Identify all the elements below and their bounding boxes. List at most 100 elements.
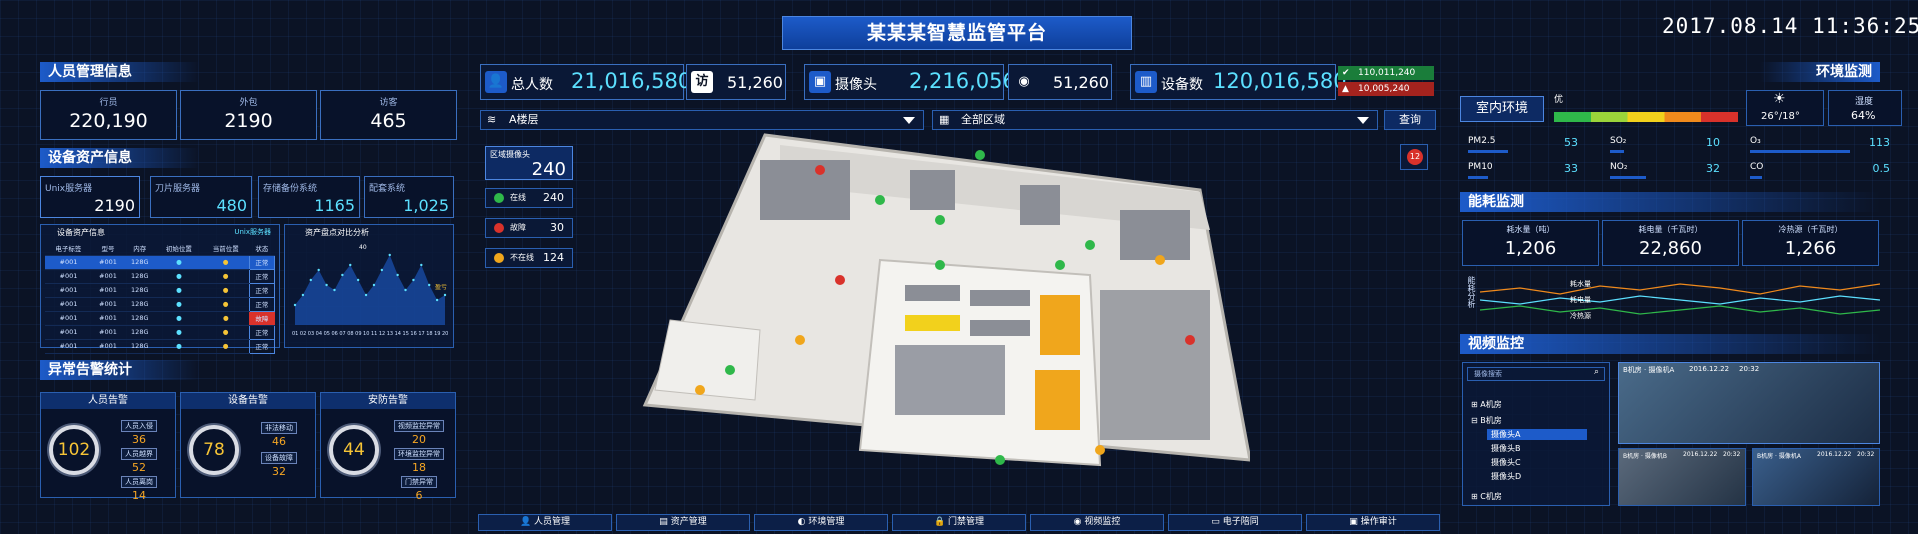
camera-marker <box>1185 335 1195 345</box>
camera-marker <box>935 260 945 270</box>
x-tick-label: 14 <box>395 331 401 337</box>
camera-status-fault[interactable]: 故障 30 <box>485 218 573 238</box>
table-row[interactable]: #001 #001 128G ● ● 正常 <box>45 282 276 298</box>
camera-status-offline[interactable]: 不在线 124 <box>485 248 573 268</box>
camera-tree-panel: 摄像搜索 ⌕ ⊞ A机房 ⊟ B机房 摄像头A 摄像头B 摄像头C 摄像头D ⊞… <box>1462 362 1610 506</box>
alarm-group-personnel[interactable]: 人员告警 102 人员入侵 36 人员越界 52 人员离岗 14 <box>40 392 176 502</box>
region-camera-card[interactable]: 区域摄像头 240 <box>485 146 573 180</box>
region-select[interactable]: ▦ 全部区域 <box>932 110 1378 130</box>
camera-marker <box>995 455 1005 465</box>
search-icon[interactable]: ⌕ <box>1594 367 1599 377</box>
alarm-item: 门禁异常 6 <box>387 469 451 502</box>
stat-card-outsourced[interactable]: 外包 2190 <box>180 90 317 140</box>
nav-assets[interactable]: ▤ 资产管理 <box>616 514 750 531</box>
location-pin-icon: ● <box>176 342 182 350</box>
stat-card-staff[interactable]: 行员 220,190 <box>40 90 177 140</box>
nav-access[interactable]: 🔒 门禁管理 <box>892 514 1026 531</box>
alarm-group-security[interactable]: 安防告警 44 视频监控异常 20 环境监控异常 18 门禁异常 6 <box>320 392 456 502</box>
camera-marker <box>875 195 885 205</box>
chevron-down-icon <box>903 117 915 124</box>
table-row[interactable]: #001 #001 128G ● ● 故障 <box>45 311 275 326</box>
video-feed-main[interactable]: B机房 · 摄像机A 2016.12.22 20:32 <box>1618 362 1880 444</box>
rack-block <box>1120 210 1190 260</box>
page-title: 某某某智慧监管平台 <box>782 16 1132 50</box>
nav-video[interactable]: ◉ 视频监控 <box>1030 514 1164 531</box>
device-icon: ▥ <box>1135 71 1157 93</box>
building-select[interactable]: ≋ A楼层 <box>480 110 924 130</box>
kpi-total-people[interactable]: 👤 总人数 21,016,580 <box>480 64 691 100</box>
data-point <box>404 288 407 292</box>
area-series <box>295 255 445 325</box>
table-row[interactable]: #001 #001 128G ● ● 正常 <box>45 254 276 270</box>
table-row[interactable]: #001 #001 128G ● ● 正常 <box>45 296 276 312</box>
location-pin-icon: ● <box>222 342 229 350</box>
x-tick-label: 09 <box>355 331 361 337</box>
rack-block <box>1100 290 1210 440</box>
camera-search-input[interactable]: 摄像搜索 <box>1467 367 1605 381</box>
tree-camera-b[interactable]: 摄像头B <box>1491 443 1521 454</box>
asset-table-tag[interactable]: Unix服务器 <box>234 227 271 237</box>
energy-card-water[interactable]: 耗水量（吨） 1,206 <box>1462 220 1599 266</box>
tree-node-b[interactable]: ⊟ B机房 <box>1471 415 1502 426</box>
x-tick-label: 12 <box>379 331 385 337</box>
x-tick-label: 20 <box>442 331 448 337</box>
energy-card-power[interactable]: 耗电量（千瓦时） 22,860 <box>1602 220 1739 266</box>
table-row[interactable]: #001 #001 128G ● ● 正常 <box>45 324 276 340</box>
tree-camera-c[interactable]: 摄像头C <box>1491 457 1521 468</box>
x-tick-label: 06 <box>331 331 337 337</box>
stat-card-unix[interactable]: Unix服务器 2190 <box>40 176 140 218</box>
data-point <box>420 263 423 267</box>
stat-card-storage[interactable]: 存储备份系统 1165 <box>258 176 360 218</box>
table-row[interactable]: #001 #001 128G ● ● 正常 <box>45 338 276 354</box>
stat-card-blade[interactable]: 刀片服务器 480 <box>150 176 252 218</box>
monitor-icon: ▭ <box>1211 517 1220 527</box>
asset-chart-title: 资产盘点对比分析 <box>305 228 369 237</box>
rack-block <box>895 345 1005 415</box>
tree-camera-d[interactable]: 摄像头D <box>1491 471 1521 482</box>
energy-line-chart: 耗水量 耗电量 冷热源 <box>1480 279 1880 320</box>
asset-table: 电子标签 型号 内存 初始位置 当前位置 状态 #001 #001 128G ● ● 正常 #001 #… <box>45 241 276 354</box>
nav-audit[interactable]: ▣ 操作审计 <box>1306 514 1440 531</box>
metric-pm10: PM10 33 <box>1468 162 1578 179</box>
camera-marker <box>815 165 825 175</box>
rack-block <box>760 160 850 220</box>
alarm-group-device[interactable]: 设备告警 78 非法移动 46 设备故障 32 <box>180 392 316 498</box>
tree-node-c[interactable]: ⊞ C机房 <box>1471 491 1502 502</box>
stat-card-visitor[interactable]: 访客 465 <box>320 90 457 140</box>
kpi-devices[interactable]: ▥ 设备数 120,016,580 <box>1130 64 1347 100</box>
video-feed-2[interactable]: B机房 · 摄像机B 2016.12.22 20:32 <box>1618 448 1746 506</box>
sun-cloud-icon: ☀ <box>1773 91 1786 107</box>
query-button[interactable]: 查询 <box>1384 110 1436 130</box>
status-badge: 正常 <box>248 254 276 270</box>
chart-annotation: 盈亏 <box>435 284 447 291</box>
floor-plan-3d[interactable] <box>640 130 1250 490</box>
tree-camera-a[interactable]: 摄像头A <box>1487 429 1587 440</box>
nav-escort[interactable]: ▭ 电子陪同 <box>1168 514 1302 531</box>
kpi-visitors[interactable]: 访 51,260 <box>686 64 786 100</box>
people-icon: 👤 <box>485 71 507 93</box>
energy-card-hvac[interactable]: 冷热源（千瓦时） 1,266 <box>1742 220 1879 266</box>
nav-personnel[interactable]: 👤 人员管理 <box>478 514 612 531</box>
tree-node-a[interactable]: ⊞ A机房 <box>1471 399 1502 410</box>
air-quality-scale <box>1554 112 1738 122</box>
camera-marker <box>835 275 845 285</box>
indoor-env-button[interactable]: 室内环境 <box>1460 96 1544 122</box>
camera-status-online[interactable]: 在线 240 <box>485 188 573 208</box>
data-point <box>428 283 431 287</box>
nav-environment[interactable]: ◐ 环境管理 <box>754 514 888 531</box>
alert-bell-button[interactable]: 12 <box>1400 144 1428 170</box>
warning-icon: ▲ <box>1342 84 1349 94</box>
eye-icon: ◉ <box>1018 74 1030 89</box>
location-pin-icon: ● <box>176 328 182 336</box>
check-icon: ✔ <box>1342 68 1350 78</box>
location-pin-icon: ● <box>222 300 229 308</box>
rack-row <box>970 320 1030 336</box>
status-badge: 正常 <box>248 296 276 312</box>
video-feed-3[interactable]: B机房 · 摄像机A 2016.12.22 20:32 <box>1752 448 1880 506</box>
rack-row <box>905 315 960 331</box>
table-row[interactable]: #001 #001 128G ● ● 正常 <box>45 268 276 284</box>
camera-marker <box>975 150 985 160</box>
stat-card-support[interactable]: 配套系统 1,025 <box>364 176 454 218</box>
kpi-cameras[interactable]: ▣ 摄像头 2,216,056 <box>804 64 1016 100</box>
kpi-views[interactable]: ◉ 51,260 <box>1008 64 1112 100</box>
